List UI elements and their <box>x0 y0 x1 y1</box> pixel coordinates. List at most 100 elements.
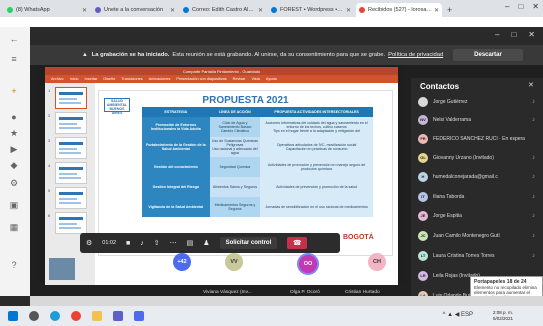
window-bottom-edge <box>30 296 543 306</box>
mic-off-icon: ♪ <box>532 98 535 105</box>
settings-icon[interactable]: ⚙ <box>8 177 20 189</box>
close-icon[interactable]: ✕ <box>528 81 534 89</box>
contact-avatar: LT <box>418 250 428 261</box>
dismiss-button[interactable]: Descartar <box>453 49 523 61</box>
share-screen-icon[interactable]: ⇧ <box>154 239 160 247</box>
menu-icon[interactable]: ≡ <box>8 53 20 65</box>
browser-tab-active[interactable]: Recibidos (527) - lorosaguyta✕ <box>356 3 442 17</box>
slide-thumbnail[interactable]: 2 <box>48 112 87 134</box>
edge-icon[interactable] <box>50 311 60 321</box>
ribbon-tab[interactable]: Ayuda <box>266 77 277 81</box>
recording-banner: ▲ La grabación se ha iniciado. Esta reun… <box>30 45 543 65</box>
contact-avatar: LR <box>418 270 428 281</box>
contact-row[interactable]: NV Nelsi Valderrama ♪ <box>418 112 543 127</box>
hang-up-button[interactable]: ☎ <box>287 237 308 249</box>
add-icon[interactable]: + <box>8 85 20 97</box>
close-icon[interactable]: ✕ <box>434 7 439 14</box>
store-icon[interactable] <box>134 311 144 321</box>
minimize-button[interactable]: – <box>505 2 509 11</box>
participants-icon[interactable]: ♟ <box>203 239 209 247</box>
participant-avatar[interactable]: CH <box>368 253 386 271</box>
participant-avatar-speaking[interactable]: OO <box>297 253 319 275</box>
slide-thumbnail[interactable]: 4 <box>48 162 87 184</box>
windows-start-icon[interactable] <box>8 311 18 321</box>
close-icon[interactable]: ✕ <box>346 7 351 14</box>
minimize-button[interactable]: – <box>495 30 499 39</box>
more-participants-avatar[interactable]: +42 <box>173 253 191 271</box>
close-icon[interactable]: ✕ <box>170 7 175 14</box>
ribbon-tab[interactable]: Revisar <box>233 77 246 81</box>
more-options-icon[interactable]: ⚙ <box>86 239 92 247</box>
meeting-control-bar: ⚙ 01:02 ■ ♪ ⇧ ⋯ ▤ ♟ Solicitar control ☎ <box>80 233 340 253</box>
mic-off-icon[interactable]: ♪ <box>140 240 144 247</box>
chevron-up-icon[interactable]: ^ <box>443 312 446 318</box>
search-icon[interactable] <box>29 311 39 321</box>
chrome-icon[interactable] <box>71 311 81 321</box>
contact-row[interactable]: Hhumedalconejarada@gmail.c ♪ <box>418 169 543 184</box>
people-icon[interactable]: ● <box>8 111 20 123</box>
contact-row[interactable]: Jorge Gutiérrez ♪ <box>418 94 543 109</box>
participant-name: Olga P. Ocoró <box>290 290 320 295</box>
files-icon[interactable]: ▣ <box>8 199 20 211</box>
apps-icon[interactable]: ▦ <box>8 221 20 233</box>
close-button[interactable]: ✕ <box>532 2 539 11</box>
language-indicator[interactable]: ESP <box>461 312 473 318</box>
ribbon-tab[interactable]: Presentación con diapositivas <box>176 77 226 81</box>
back-icon[interactable]: ← <box>8 33 20 45</box>
teams-icon[interactable] <box>113 311 123 321</box>
browser-tab[interactable]: FOREST • Wordpress • SARE✕ <box>268 3 354 17</box>
star-icon[interactable]: ★ <box>8 127 20 139</box>
contact-row[interactable]: GL Giovanny Urzano (Invitado) ♪ <box>418 150 543 165</box>
network-icon[interactable]: ▲ <box>447 312 453 318</box>
contact-row[interactable]: LT Laura Cristina Torres Torres ♪ <box>418 248 543 263</box>
privacy-policy-link[interactable]: Política de privacidad <box>388 52 443 58</box>
presenter-video-thumbnail <box>49 258 75 280</box>
chat-icon[interactable]: ▤ <box>187 239 194 247</box>
contact-row[interactable]: IT Iliana Taborda ♪ <box>418 189 543 204</box>
tab-favicon-icon <box>95 7 101 13</box>
action-cell: Alimentos Sanos y Seguros <box>209 177 261 197</box>
ribbon-tab[interactable]: Insertar <box>85 77 98 81</box>
new-tab-button[interactable]: + <box>447 3 452 17</box>
browser-tab[interactable]: Únete a la conversación ✕ <box>92 3 178 17</box>
slide-thumbnail[interactable]: 5 <box>48 187 87 209</box>
browser-tab[interactable]: (8) WhatsApp ✕ <box>4 3 90 17</box>
browser-tab[interactable]: Correo: Edith Castro Alvarado✕ <box>180 3 266 17</box>
contact-row[interactable]: JE Jorge Espitia ♪ <box>418 208 543 223</box>
ribbon-tab[interactable]: Transiciones <box>121 77 142 81</box>
ribbon-tab[interactable]: Archivo <box>51 77 64 81</box>
ribbon-tab[interactable]: Animaciones <box>149 77 171 81</box>
slide-thumbnail[interactable]: 3 <box>48 137 87 159</box>
ribbon-tab[interactable]: Diseño <box>103 77 115 81</box>
calendar-icon[interactable]: ◆ <box>8 159 20 171</box>
slide-thumbnail[interactable]: 1 <box>48 87 87 109</box>
close-button[interactable]: ✕ <box>528 30 535 39</box>
contact-row[interactable]: JC Juan Camilo Montenegro Gutí ♪ <box>418 228 543 243</box>
contact-avatar: IT <box>418 191 428 202</box>
action-cell: Ciclo de Agua y Saneamiento Básico Cambio… <box>209 117 261 137</box>
phone-icon: ☎ <box>292 240 302 247</box>
activity-cell: Jornadas de sensibilización en el uso ra… <box>260 197 373 217</box>
request-control-button[interactable]: Solicitar control <box>219 237 278 249</box>
taskbar-clock[interactable]: 2:08 p. m. 5/02/2021 <box>493 310 513 321</box>
file-explorer-icon[interactable] <box>92 311 102 321</box>
slide-thumbnail-pane: 1 2 3 4 5 6 <box>45 83 95 285</box>
strategy-cell: Gestión del conocimiento <box>142 157 210 177</box>
browser-tab-strip: (8) WhatsApp ✕ Únete a la conversación ✕ C… <box>0 0 543 17</box>
more-actions-icon[interactable]: ⋯ <box>170 239 177 247</box>
participant-name: Viviana Vásquez (Inv... <box>203 290 252 295</box>
volume-icon[interactable]: ◀ <box>455 312 460 318</box>
ribbon-tab[interactable]: Vista <box>252 77 260 81</box>
address-bar-row <box>0 17 543 27</box>
close-icon[interactable]: ✕ <box>82 7 87 14</box>
ribbon-tab[interactable]: Inicio <box>70 77 79 81</box>
help-icon[interactable]: ? <box>8 259 20 271</box>
chat-icon[interactable]: ▶ <box>8 143 20 155</box>
maximize-button[interactable]: □ <box>518 2 523 11</box>
maximize-button[interactable]: □ <box>511 30 516 39</box>
close-icon[interactable]: ✕ <box>258 7 263 14</box>
camera-off-icon[interactable]: ■ <box>126 240 130 247</box>
contact-row[interactable]: FR FEDERICO SÁNCHEZ RUCI · En espera <box>418 131 543 146</box>
participant-avatar[interactable]: VV <box>225 253 243 271</box>
slide-thumbnail[interactable]: 6 <box>48 212 87 234</box>
